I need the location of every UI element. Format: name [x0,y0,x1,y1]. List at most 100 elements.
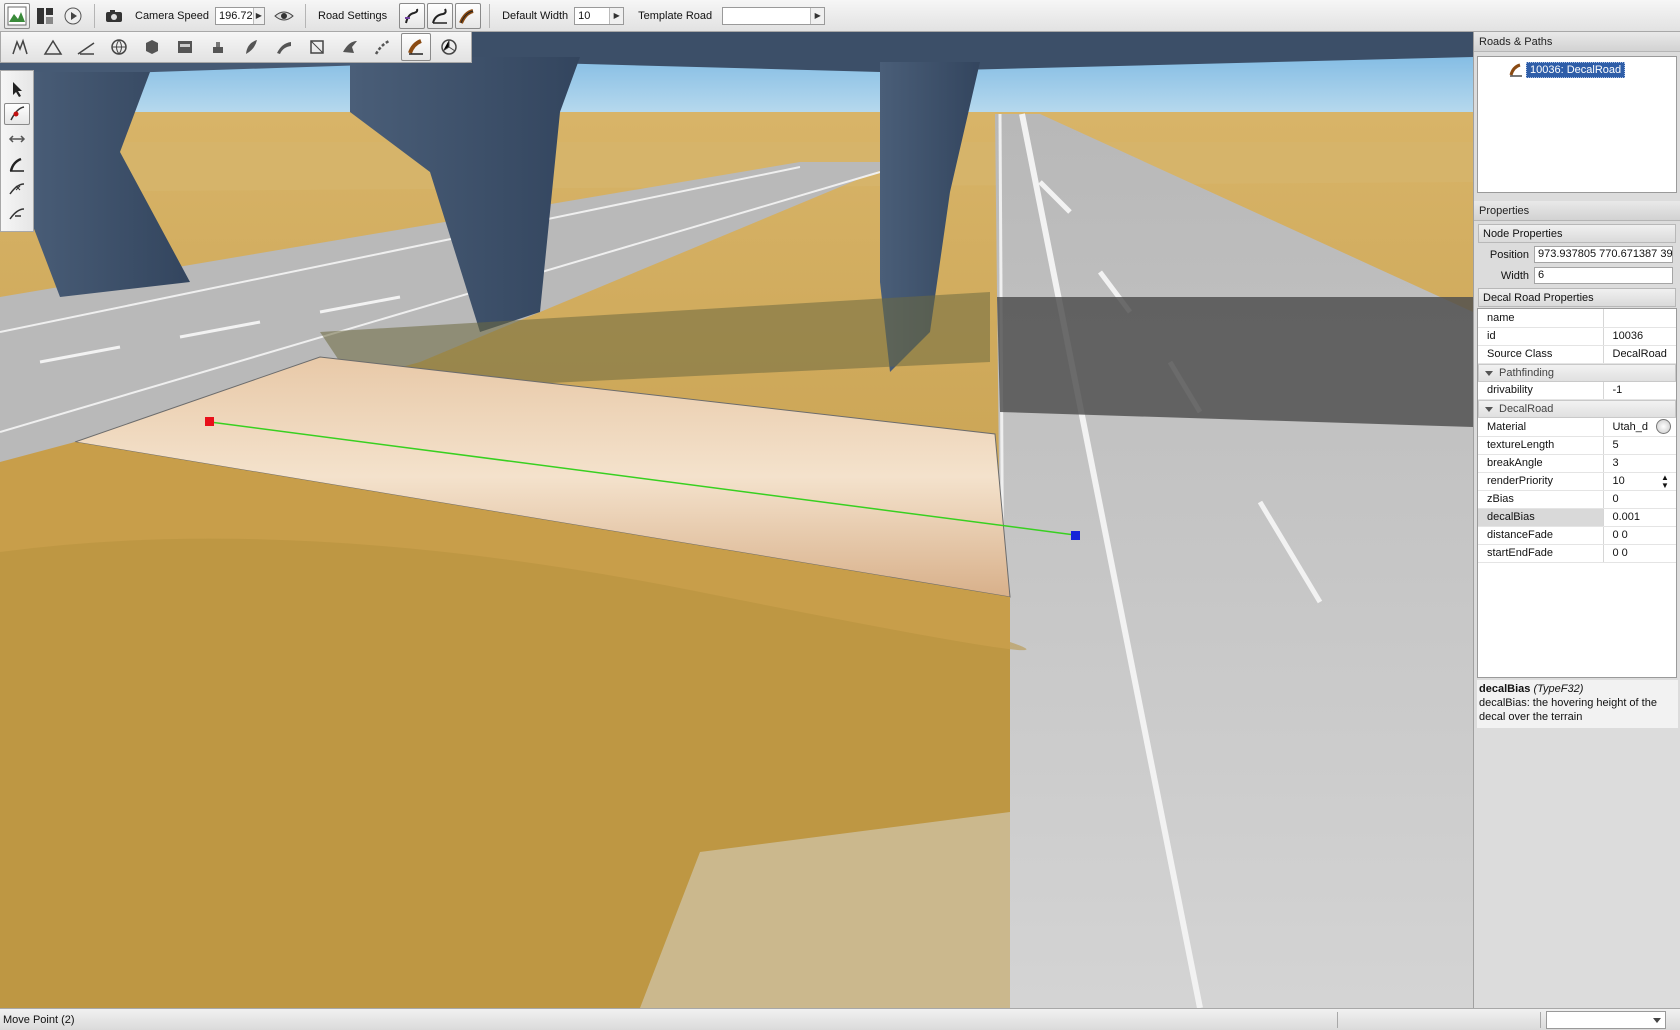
select-arrow-icon[interactable] [4,78,30,100]
property-table-top: name id 10036 Source Class DecalRoad [1478,309,1676,364]
property-key: distanceFade [1478,526,1604,545]
pathfinding-group[interactable]: Pathfinding [1478,363,1676,382]
status-combo[interactable] [1546,1011,1666,1029]
data-icon[interactable] [170,33,200,61]
status-bar: Move Point (2) [0,1008,1680,1030]
property-key: breakAngle [1478,454,1604,473]
property-key: textureLength [1478,436,1604,455]
toolbar-separator [489,3,491,28]
property-row[interactable]: startEndFade 0 0 [1478,544,1676,563]
chevron-right-icon[interactable]: ▶ [609,7,624,24]
property-row-selected[interactable]: decalBias 0.001 [1478,508,1676,527]
play-icon[interactable] [60,3,86,29]
decal-road-properties-header: Decal Road Properties [1478,288,1676,307]
property-row[interactable]: Source Class DecalRoad [1478,345,1676,364]
property-key: Source Class [1478,345,1604,364]
property-row[interactable]: breakAngle 3 [1478,454,1676,473]
property-row[interactable]: Material Utah_d [1478,418,1676,437]
properties-title: Properties [1474,201,1680,221]
move-point-icon[interactable] [4,103,30,125]
property-value[interactable]: 0 [1603,490,1676,509]
property-value[interactable] [1603,309,1676,328]
node-properties-section: Node Properties Position 973.937805 770.… [1477,224,1677,307]
decal-road-icon[interactable] [455,2,482,29]
property-row[interactable]: zBias 0 [1478,490,1676,509]
globe-icon[interactable] [1656,419,1671,434]
property-key: zBias [1478,490,1604,509]
decal-icon[interactable] [203,33,233,61]
property-value[interactable]: 10036 [1603,327,1676,346]
render-priority-cell: 10 ▲ ▼ [1603,472,1676,491]
scene-viewport[interactable] [0,32,1473,1008]
property-row[interactable]: drivability -1 [1478,381,1676,400]
scene-render [0,32,1473,1008]
eye-icon[interactable] [271,3,297,29]
terrain-icon[interactable] [38,33,68,61]
terrain-editor-icon[interactable] [4,2,30,29]
remove-point-icon[interactable] [4,203,30,225]
default-width-value: 10 [578,9,591,22]
property-value[interactable]: 0.001 [1603,508,1676,527]
property-value[interactable]: 0 0 [1603,544,1676,563]
camera-speed-label: Camera Speed [135,9,209,22]
property-value[interactable]: 5 [1603,436,1676,455]
property-key: startEndFade [1478,544,1604,563]
property-table-pathfinding: drivability -1 [1478,381,1676,400]
width-field[interactable]: 6 [1534,267,1673,284]
chevron-right-icon[interactable]: ▶ [252,7,264,24]
insert-point-icon[interactable] [4,178,30,200]
road-settings-label: Road Settings [318,9,388,22]
node-properties-header: Node Properties [1478,224,1676,243]
toolbar-separator [305,3,306,28]
property-value[interactable]: Utah_d [1613,421,1648,433]
add-road-icon[interactable] [4,153,30,175]
decalroad-group[interactable]: DecalRoad [1478,400,1676,418]
spinner-icon[interactable]: ▲ ▼ [1659,473,1671,490]
decal-road-icon [1509,63,1522,77]
property-value[interactable]: 10 [1613,475,1625,487]
property-key: renderPriority [1478,472,1604,491]
chevron-right-icon[interactable]: ▶ [810,7,825,24]
tree-item-label: 10036: DecalRoad [1526,61,1626,78]
mesh-road-icon[interactable] [269,33,299,61]
property-row[interactable]: distanceFade 0 0 [1478,526,1676,545]
property-key: id [1478,327,1604,346]
default-width-label: Default Width [502,9,569,22]
property-value[interactable]: 0 0 [1603,526,1676,545]
camera-speed-input[interactable]: 196.72 ▶ [215,6,265,25]
object-editor-icon[interactable] [5,33,35,61]
camera-icon[interactable] [101,3,127,29]
property-value[interactable]: DecalRoad [1603,345,1676,364]
main-toolbar: Camera Speed 196.72 ▶ Road Settings Defa… [0,0,1680,32]
decal-road-tool-icon[interactable] [401,33,431,61]
property-row[interactable]: renderPriority 10 ▲ ▼ [1478,472,1676,491]
mesh-icon[interactable] [137,33,167,61]
default-width-input[interactable]: 10 ▶ [574,6,625,25]
position-field[interactable]: 973.937805 770.671387 39.1 [1534,246,1673,263]
template-road-label: Template Road [638,9,713,22]
editor-tools-toolbar [0,32,472,63]
property-row[interactable]: name [1478,309,1676,328]
help-text: decalBias: the hovering height of the de… [1479,697,1657,723]
camera-speed-value: 196.72 [219,9,253,22]
shape-icon[interactable] [302,33,332,61]
help-field: decalBias [1479,683,1531,695]
roads-tree[interactable]: 10036: DecalRoad [1477,56,1677,193]
property-row[interactable]: id 10036 [1478,327,1676,346]
template-road-input[interactable]: ▶ [722,6,826,25]
road-edit-icon[interactable] [399,2,426,29]
layout-icon[interactable] [32,3,58,29]
forest-icon[interactable] [236,33,266,61]
tree-item-road[interactable]: 10036: DecalRoad [1508,61,1676,78]
road-node-icon[interactable] [427,2,454,29]
path-icon[interactable] [368,33,398,61]
property-row[interactable]: textureLength 5 [1478,436,1676,455]
globe-icon[interactable] [104,33,134,61]
terrain-paint-icon[interactable] [71,33,101,61]
scale-point-icon[interactable] [4,128,30,150]
river-icon[interactable] [335,33,365,61]
property-value[interactable]: 3 [1603,454,1676,473]
property-key: name [1478,309,1604,328]
property-value[interactable]: -1 [1603,381,1676,400]
navmesh-icon[interactable] [434,33,464,61]
